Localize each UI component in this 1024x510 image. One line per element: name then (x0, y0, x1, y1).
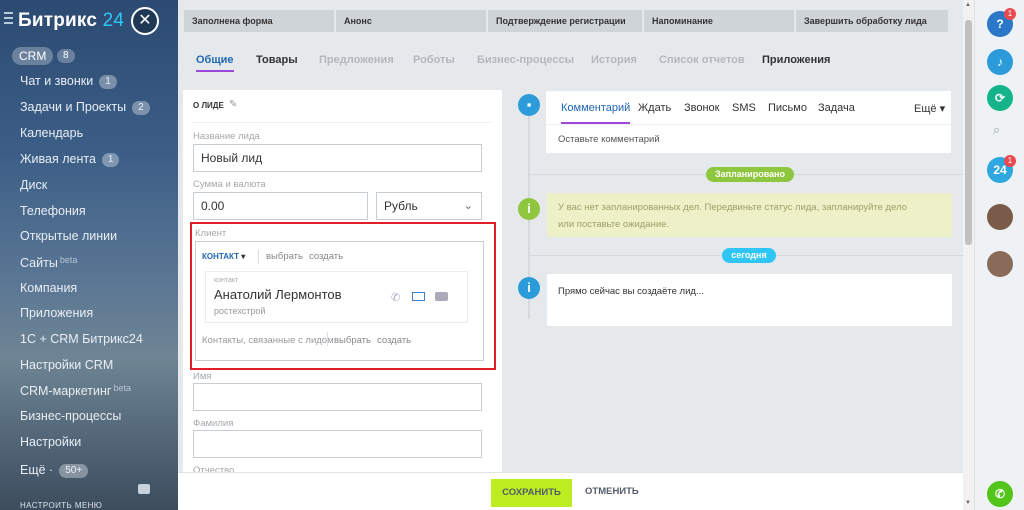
stage-5[interactable]: Завершить обработку лида (796, 10, 948, 32)
tab-offers[interactable]: Предложения (319, 54, 394, 66)
chat-icon[interactable] (435, 292, 448, 301)
printer-icon[interactable] (138, 484, 150, 494)
sidebar-item-disk[interactable]: Диск (20, 178, 47, 192)
menu-icon[interactable] (4, 12, 13, 24)
tab-robots[interactable]: Роботы (413, 54, 455, 66)
tab-general[interactable]: Общие (196, 54, 234, 72)
tab-history[interactable]: История (591, 54, 637, 66)
lead-name-input[interactable]: Новый лид (193, 144, 482, 172)
choose-link[interactable]: выбрать (266, 251, 303, 262)
sidebar-item-settings[interactable]: Настройки (20, 435, 81, 449)
amount-label: Сумма и валюта (193, 179, 266, 190)
tab-call[interactable]: Звонок (684, 102, 720, 114)
tab-apps[interactable]: Приложения (762, 54, 830, 66)
phone-icon[interactable]: ✆ (391, 291, 400, 304)
search-icon[interactable]: ⌕ (993, 122, 1000, 138)
planned-badge: Запланировано (706, 167, 794, 182)
lead-name-label: Название лида (193, 131, 260, 142)
stage-4[interactable]: Напоминание (644, 10, 794, 32)
close-icon[interactable]: ✕ (131, 7, 159, 35)
save-button[interactable]: СОХРАНИТЬ (491, 479, 572, 507)
contact-company: ростехстрой (214, 306, 266, 316)
stage-3[interactable]: Подтверждение регистрации (488, 10, 642, 32)
sidebar-item-bp[interactable]: Бизнес-процессы (20, 409, 121, 423)
related-contacts: Контакты, связанные с лидом (202, 335, 334, 346)
contact-dropdown[interactable]: КОНТАКТ ▾ (202, 252, 245, 261)
sidebar-item-feed[interactable]: Живая лента 1 (20, 152, 120, 167)
stage-1[interactable]: Заполнена форма (184, 10, 334, 32)
tab-reports[interactable]: Список отчетов (659, 54, 745, 66)
scrollbar-thumb[interactable] (965, 20, 972, 245)
surname-label: Фамилия (193, 418, 234, 429)
sidebar-item-sites[interactable]: Сайты beta (20, 255, 77, 270)
cancel-button[interactable]: ОТМЕНИТЬ (585, 486, 639, 497)
stage-2[interactable]: Анонс (336, 10, 486, 32)
tab-email[interactable]: Письмо (768, 102, 807, 114)
scrollbar[interactable]: ▲ ▼ (963, 0, 974, 510)
configure-menu[interactable]: НАСТРОИТЬ МЕНЮ (20, 501, 102, 510)
name-input[interactable] (193, 383, 482, 411)
phone-icon[interactable]: ✆ (987, 481, 1013, 507)
comment-icon: ▪ (518, 94, 540, 116)
more-dropdown[interactable]: Ещё ▾ (914, 102, 945, 115)
crm-count: 8 (57, 49, 75, 63)
planned-card: У вас нет запланированных дел. Передвинь… (547, 193, 952, 237)
related-create-link[interactable]: создать (377, 335, 411, 346)
tab-products[interactable]: Товары (256, 54, 298, 66)
logo[interactable]: Битрикс 24 (18, 10, 124, 32)
tab-sms[interactable]: SMS (732, 102, 756, 114)
creating-card: Прямо сейчас вы создаёте лид... (547, 274, 952, 326)
timeline-editor: Комментарий Ждать Звонок SMS Письмо Зада… (546, 91, 951, 153)
contact-type: контакт (214, 277, 239, 284)
client-label: Клиент (195, 228, 227, 239)
sidebar-item-1c[interactable]: 1С + CRM Битрикс24 (20, 332, 143, 346)
create-link[interactable]: создать (309, 251, 343, 262)
surname-input[interactable] (193, 430, 482, 458)
sidebar-item-apps[interactable]: Приложения (20, 306, 93, 320)
contact-name[interactable]: Анатолий Лермонтов (214, 287, 342, 302)
sidebar: Битрикс 24 ✕ CRM 8 Чат и звонки 1 Задачи … (0, 0, 178, 510)
section-title: О ЛИДЕ (193, 101, 224, 110)
right-panel: ? 1 ♪ ⟳ ⌕ 24 1 ✆ (974, 0, 1024, 510)
tab-task[interactable]: Задача (818, 102, 855, 114)
sidebar-item-more[interactable]: Ещё · 50+ (20, 463, 89, 478)
bell-icon[interactable]: ♪ (987, 49, 1013, 75)
tab-comment[interactable]: Комментарий (561, 102, 631, 124)
sidebar-item-calendar[interactable]: Календарь (20, 126, 83, 140)
today-badge: сегодня (722, 248, 776, 263)
client-field: КОНТАКТ ▾ выбрать создать контакт Анатол… (195, 241, 484, 361)
name-label: Имя (193, 371, 212, 382)
sidebar-item-company[interactable]: Компания (20, 281, 77, 295)
lead-form: О ЛИДЕ ✎ Название лида Новый лид Сумма и… (183, 90, 502, 510)
sidebar-item-crm-settings[interactable]: Настройки CRM (20, 358, 113, 372)
footer-bar: СОХРАНИТЬ ОТМЕНИТЬ (178, 472, 963, 510)
amount-input[interactable]: 0.00 (193, 192, 368, 220)
tab-bp[interactable]: Бизнес-процессы (477, 54, 574, 66)
sidebar-item-crm-marketing[interactable]: CRM-маркетинг beta (20, 383, 131, 398)
avatar[interactable] (987, 251, 1013, 277)
mail-icon[interactable] (412, 292, 425, 301)
info-icon-planned: i (518, 198, 540, 220)
sidebar-item-open-lines[interactable]: Открытые линии (20, 229, 117, 243)
client-highlight: Клиент КОНТАКТ ▾ выбрать создать контакт… (190, 222, 496, 370)
related-choose-link[interactable]: выбрать (334, 335, 371, 346)
tab-wait[interactable]: Ждать (638, 102, 671, 114)
comment-input[interactable]: Оставьте комментарий (558, 134, 660, 145)
stream-icon[interactable]: ⟳ (987, 85, 1013, 111)
sidebar-item-chat[interactable]: Чат и звонки 1 (20, 74, 117, 89)
pencil-icon[interactable]: ✎ (229, 99, 237, 110)
sidebar-item-tasks[interactable]: Задачи и Проекты 2 (20, 100, 150, 115)
contact-card[interactable]: контакт Анатолий Лермонтов ростехстрой ✆ (205, 271, 468, 323)
info-icon-today: i (518, 277, 540, 299)
sidebar-item-telephony[interactable]: Телефония (20, 204, 86, 218)
currency-select[interactable]: Рубль ⌄ (376, 192, 482, 220)
chevron-down-icon: ⌄ (463, 200, 473, 212)
crm-badge[interactable]: CRM (12, 47, 54, 65)
avatar[interactable] (987, 204, 1013, 230)
